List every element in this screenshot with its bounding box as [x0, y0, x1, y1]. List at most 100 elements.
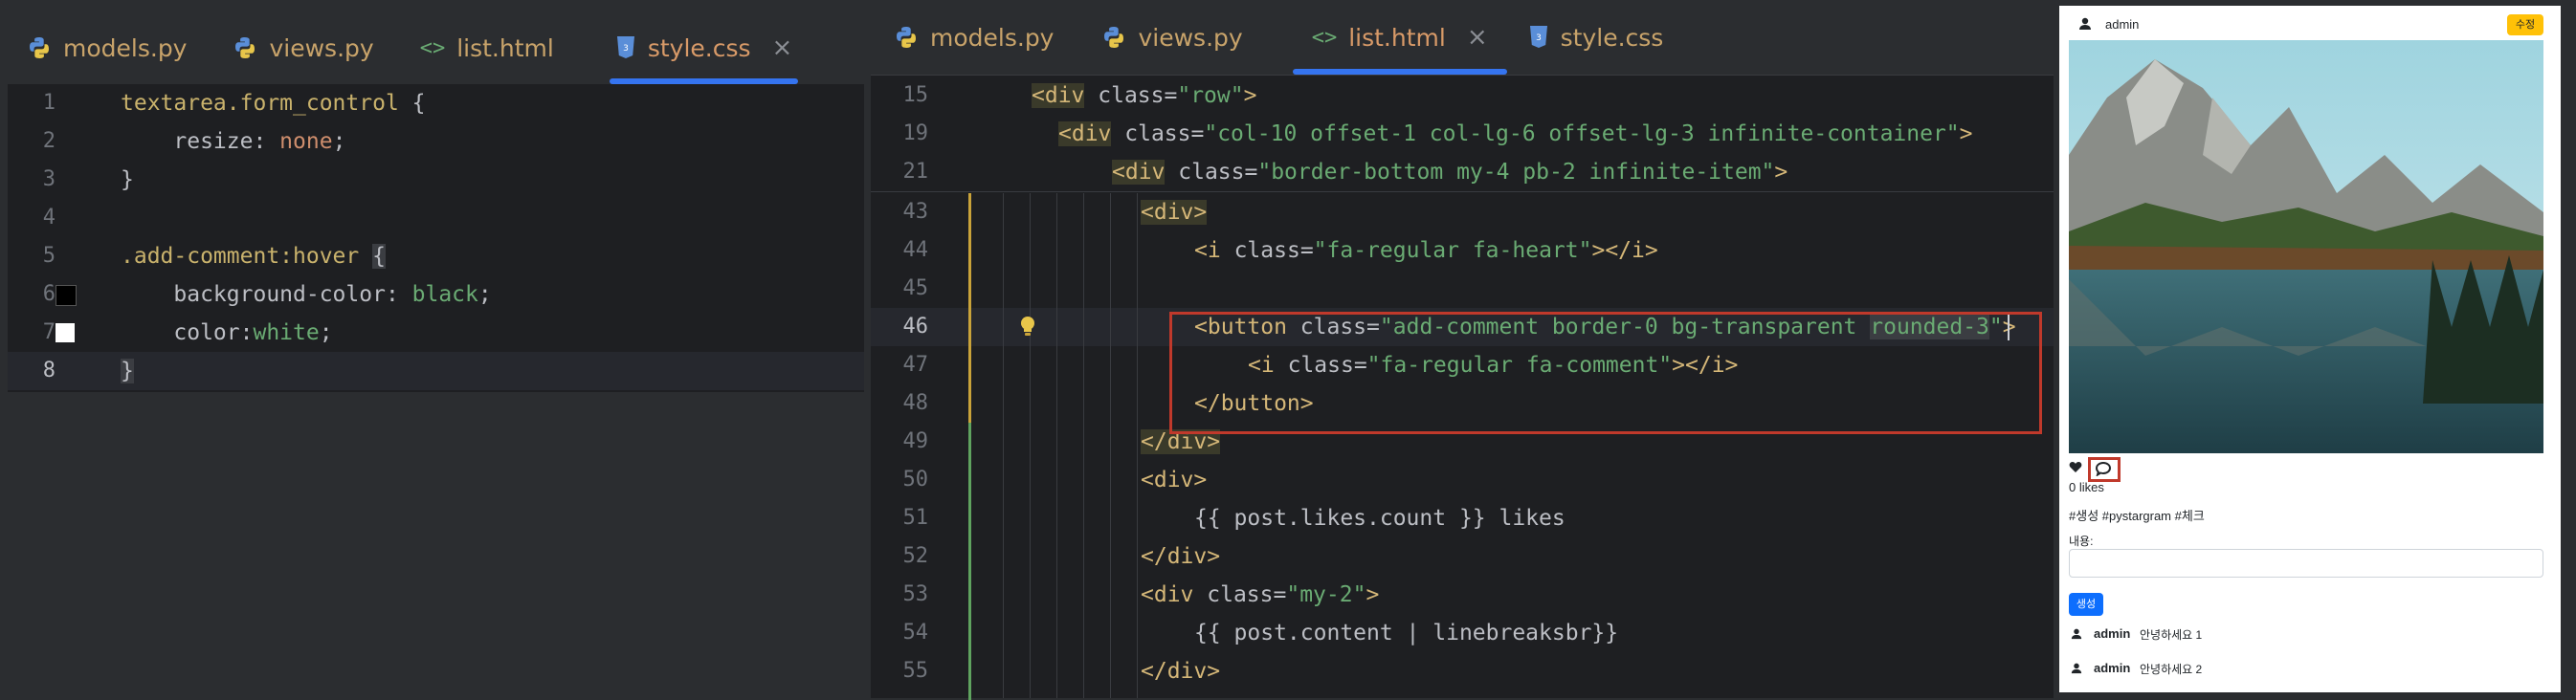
svg-text:3: 3 [623, 44, 629, 54]
css-icon: 3 [1528, 25, 1549, 50]
post-author[interactable]: admin [2105, 17, 2139, 32]
code-line: } [121, 167, 134, 192]
tab-label: models.py [63, 33, 188, 62]
submit-button[interactable]: 생성 [2069, 593, 2103, 616]
left-code-area[interactable]: 1 textarea.form_control { 2 resize: none… [8, 84, 864, 392]
close-icon[interactable]: × [1467, 23, 1488, 52]
code-line: <div class="border-bottom my-4 pb-2 infi… [1112, 160, 1788, 185]
line-number: 1 [42, 91, 56, 115]
comment-input[interactable] [2069, 549, 2543, 578]
color-swatch-black[interactable] [56, 285, 77, 306]
tab-views-py[interactable]: views.py [1101, 0, 1243, 75]
code-line: resize: none; [121, 129, 346, 154]
heart-icon[interactable] [2069, 461, 2082, 476]
line-number: 44 [902, 238, 929, 262]
line-number: 54 [902, 621, 929, 645]
line-number: 15 [902, 83, 929, 107]
code-line: <div class="col-10 offset-1 col-lg-6 off… [1058, 121, 1973, 146]
tab-views-py[interactable]: views.py [233, 11, 374, 84]
line-number: 6 [42, 282, 56, 306]
indent-guide [1056, 193, 1057, 698]
close-icon[interactable]: × [772, 33, 793, 62]
gutter-added-marker [968, 423, 971, 700]
line-number: 19 [902, 121, 929, 145]
tab-style-css[interactable]: 3 style.css × [609, 11, 799, 84]
code-line: {{ post.likes.count }} likes [1194, 506, 1566, 531]
user-icon [2071, 627, 2082, 645]
indent-guide [1137, 193, 1138, 698]
tab-label: style.css [647, 33, 751, 62]
code-line: textarea.form_control { [121, 91, 426, 116]
tab-label: list.html [1348, 23, 1446, 52]
html-icon: <> [1311, 25, 1338, 50]
active-tab-indicator [1292, 69, 1507, 75]
current-line-highlight [8, 352, 864, 390]
post-tags: #생성 #pystargram #체크 [2069, 509, 2205, 523]
line-number: 48 [902, 391, 929, 415]
indent-guide [1003, 193, 1004, 698]
tab-models-py[interactable]: models.py [27, 11, 187, 84]
tab-label: views.py [269, 33, 374, 62]
line-number: 2 [42, 129, 56, 153]
middle-editor-pane: models.py views.py <> list.html × 3 styl… [871, 0, 2054, 700]
code-line: </div> [1141, 659, 1221, 684]
comment-author: admin [2094, 661, 2131, 675]
line-number: 43 [902, 200, 929, 224]
line-number: 50 [902, 468, 929, 492]
user-icon [2078, 17, 2092, 35]
edit-button[interactable]: 수정 [2507, 14, 2543, 35]
line-number: 52 [902, 544, 929, 568]
comment-button[interactable] [2088, 457, 2121, 482]
tab-label: list.html [456, 33, 554, 62]
code-line: background-color: black; [121, 282, 492, 307]
lightbulb-icon[interactable] [1019, 316, 1036, 344]
browser-preview: admin 수정 0 likes #생성 #pystargram #체크 내용:… [2059, 6, 2561, 692]
code-line: <div class="my-2"> [1141, 582, 1380, 607]
user-icon [2071, 662, 2082, 679]
tab-list-html[interactable]: <> list.html × [1292, 0, 1507, 75]
tab-label: views.py [1138, 23, 1243, 52]
middle-editor-tab-bar: models.py views.py <> list.html × 3 styl… [871, 0, 2054, 76]
color-swatch-white[interactable] [56, 323, 75, 342]
tab-models-py[interactable]: models.py [894, 0, 1054, 75]
line-number: 7 [42, 320, 56, 344]
gutter-modified-marker [968, 193, 971, 423]
line-number: 3 [42, 167, 56, 191]
comment-author: admin [2094, 626, 2131, 641]
code-line: <div class="row"> [1032, 83, 1257, 108]
tab-style-css[interactable]: 3 style.css [1528, 0, 1664, 75]
html-icon: <> [419, 35, 446, 60]
code-line: color:white; [121, 320, 333, 345]
content-label: 내용: [2069, 535, 2094, 548]
line-number: 8 [42, 359, 56, 383]
line-number: 47 [902, 353, 929, 377]
tab-label: style.css [1560, 23, 1664, 52]
python-icon [1101, 25, 1126, 50]
middle-code-area[interactable]: 43 <div> 44 <i class="fa-regular fa-hear… [871, 193, 2054, 700]
tab-list-html[interactable]: <> list.html [420, 11, 554, 84]
code-line: {{ post.content | linebreaksbr}} [1194, 621, 1619, 645]
python-icon [27, 35, 52, 60]
comment-text: 안녕하세요 2 [2140, 663, 2203, 676]
css-icon: 3 [615, 35, 636, 60]
comment-text: 안녕하세요 1 [2140, 628, 2203, 642]
line-number: 46 [902, 315, 929, 339]
line-number: 49 [902, 429, 929, 453]
line-number: 21 [902, 160, 929, 184]
comment-icon [2095, 461, 2112, 481]
post-image [2069, 40, 2543, 453]
sticky-scroll-header[interactable]: 15 <div class="row"> 19 <div class="col-… [871, 77, 2054, 192]
left-editor-tab-bar: models.py views.py <> list.html 3 style.… [8, 11, 864, 85]
tab-label: models.py [930, 23, 1055, 52]
highlight-box [1169, 312, 2042, 434]
indent-guide [1030, 193, 1031, 698]
python-icon [233, 35, 257, 60]
indent-guide [1083, 193, 1084, 698]
likes-count: 0 likes [2069, 480, 2104, 494]
line-number: 53 [902, 582, 929, 606]
svg-text:3: 3 [1536, 33, 1542, 43]
code-line: </div> [1141, 544, 1221, 569]
line-number: 4 [42, 206, 56, 230]
left-editor-pane: models.py views.py <> list.html 3 style.… [0, 0, 864, 698]
code-line: <i class="fa-regular fa-heart"></i> [1194, 238, 1658, 263]
